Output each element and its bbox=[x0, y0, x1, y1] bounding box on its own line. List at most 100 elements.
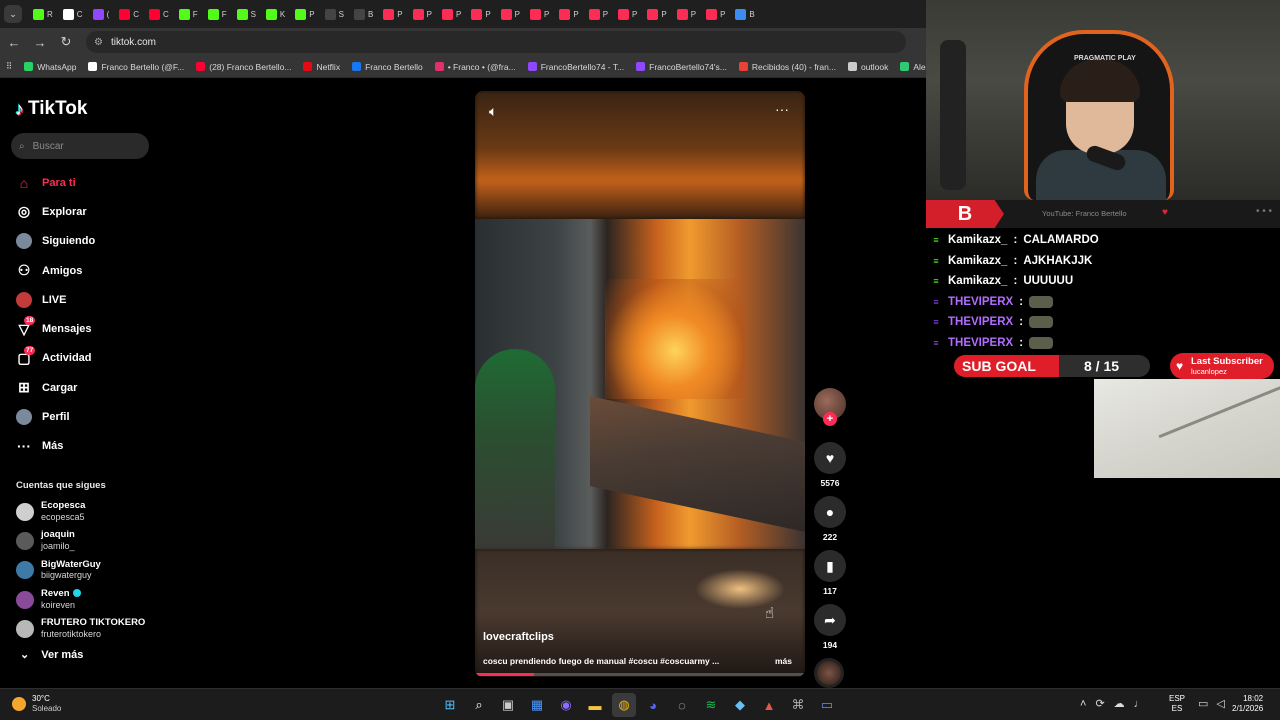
like-heart-icon[interactable]: ♥ bbox=[814, 442, 846, 474]
browser-tab[interactable]: B bbox=[349, 3, 378, 25]
caption-more-button[interactable]: más bbox=[775, 656, 792, 666]
bookmark-item[interactable]: WhatsApp bbox=[24, 62, 76, 72]
sidebar-item-para-ti[interactable]: ⌂ Para ti bbox=[16, 168, 156, 197]
tab-favicon-icon bbox=[647, 8, 659, 20]
browser-tab[interactable]: C bbox=[114, 3, 144, 25]
browser-tab[interactable]: S bbox=[320, 3, 349, 25]
sidebar-item-perfil[interactable]: Perfil bbox=[16, 402, 156, 431]
browser-tab[interactable]: F bbox=[174, 3, 203, 25]
browser-tab[interactable]: P bbox=[408, 3, 437, 25]
task-view-icon[interactable]: ▣ bbox=[496, 693, 520, 717]
browser-tab[interactable]: C bbox=[144, 3, 174, 25]
site-info-icon[interactable]: ⚙ bbox=[94, 37, 103, 48]
browser-tab[interactable]: P bbox=[437, 3, 466, 25]
sidebar-item-actividad[interactable]: ▢ 77 Actividad bbox=[16, 344, 156, 373]
bookmark-item[interactable]: • Franco • (@fra... bbox=[434, 62, 516, 72]
bookmark-item[interactable]: Aler bbox=[900, 62, 926, 72]
weather-widget[interactable]: 30°C Soleado bbox=[12, 694, 61, 714]
browser-tab[interactable]: K bbox=[261, 3, 290, 25]
browser-tab[interactable]: S bbox=[232, 3, 261, 25]
bookmark-icon[interactable]: ▮ bbox=[814, 550, 846, 582]
following-account[interactable]: FRUTERO TIKTOKERO fruterotiktokero bbox=[16, 614, 166, 643]
browser-tab[interactable]: ( bbox=[88, 3, 115, 25]
bookmark-item[interactable]: Recibidos (40) - fran... bbox=[738, 62, 836, 72]
search-input[interactable]: ⌕ Buscar bbox=[11, 133, 149, 159]
bookmark-item[interactable]: (28) Franco Bertello... bbox=[196, 62, 291, 72]
browser-tab[interactable]: P bbox=[554, 3, 583, 25]
sidebar-item-label: Cargar bbox=[42, 381, 78, 394]
browser-tab[interactable]: P bbox=[496, 3, 525, 25]
speaker-icon[interactable]: ◁ bbox=[1216, 697, 1224, 710]
browser-tab[interactable]: F bbox=[203, 3, 232, 25]
reload-icon[interactable]: ↻ bbox=[54, 30, 78, 54]
tab-search-button[interactable]: ⌄ bbox=[4, 5, 22, 23]
discord-icon[interactable]: ◕ bbox=[641, 693, 665, 717]
video-author[interactable]: lovecraftclips bbox=[483, 631, 554, 643]
following-account[interactable]: Reven koireven bbox=[16, 585, 166, 614]
back-icon[interactable]: ← bbox=[2, 30, 26, 54]
apps-icon[interactable]: ⠿ bbox=[6, 61, 12, 72]
url-field[interactable]: ⚙ tiktok.com bbox=[86, 31, 906, 53]
tab-favicon-icon bbox=[735, 8, 747, 20]
browser-tab[interactable]: P bbox=[466, 3, 495, 25]
sidebar-item-amigos[interactable]: ⚇ Amigos bbox=[16, 256, 156, 285]
cloud-icon[interactable]: ☁ bbox=[1114, 697, 1125, 710]
comment-icon[interactable]: ● bbox=[814, 496, 846, 528]
browser-tab[interactable]: P bbox=[290, 3, 319, 25]
follow-plus-icon[interactable]: + bbox=[823, 412, 837, 426]
browser-tab[interactable]: P bbox=[584, 3, 613, 25]
spotify-icon[interactable]: ≋ bbox=[699, 693, 723, 717]
language-indicator[interactable]: ESP ES bbox=[1169, 694, 1185, 714]
clock[interactable]: 18:02 2/1/2026 bbox=[1232, 694, 1263, 714]
more-options-icon[interactable]: ··· bbox=[775, 101, 789, 117]
sync-icon[interactable]: ⟳ bbox=[1095, 697, 1104, 710]
mic-icon[interactable]: ♩ bbox=[1134, 698, 1145, 710]
sidebar-item-cargar[interactable]: ⊞ Cargar bbox=[16, 373, 156, 402]
following-account[interactable]: Ecopesca ecopesca5 bbox=[16, 497, 166, 526]
browser-tab[interactable]: B bbox=[730, 3, 759, 25]
file-explorer-icon[interactable]: ▬ bbox=[583, 693, 607, 717]
sidebar-item-siguiendo[interactable]: Siguiendo bbox=[16, 227, 156, 256]
gamepad-icon[interactable]: ▲ bbox=[757, 693, 781, 717]
obs-icon[interactable]: ◌ bbox=[670, 693, 694, 717]
widgets-icon[interactable]: ▦ bbox=[525, 693, 549, 717]
bookmark-item[interactable]: FrancoBertello74's... bbox=[636, 62, 727, 72]
search-icon[interactable]: ⌕ bbox=[467, 693, 491, 717]
chrome-icon[interactable]: ◍ bbox=[612, 693, 636, 717]
sidebar-item-mensajes[interactable]: ▽ 18 Mensajes bbox=[16, 314, 156, 343]
browser-tab[interactable]: P bbox=[672, 3, 701, 25]
sidebar-item-explorar[interactable]: ◎ Explorar bbox=[16, 197, 156, 226]
volume-icon[interactable]: 🔈︎ bbox=[489, 103, 497, 120]
forward-icon[interactable]: → bbox=[28, 30, 52, 54]
video-progress-bar[interactable] bbox=[475, 673, 805, 676]
browser-tab[interactable]: P bbox=[701, 3, 730, 25]
creator-avatar[interactable]: + bbox=[814, 388, 846, 426]
browser-tab[interactable]: P bbox=[525, 3, 554, 25]
network-app-icon[interactable]: ⌘ bbox=[786, 693, 810, 717]
browser-tab[interactable]: P bbox=[642, 3, 671, 25]
circle-app-icon[interactable]: ◉ bbox=[554, 693, 578, 717]
tiktok-logo[interactable]: ♪ TikTok bbox=[15, 98, 87, 120]
browser-tab[interactable]: R bbox=[28, 3, 58, 25]
chevron-up-icon[interactable]: ˄ bbox=[1080, 698, 1086, 710]
share-arrow-icon[interactable]: ➦ bbox=[814, 604, 846, 636]
browser-tab[interactable]: P bbox=[378, 3, 407, 25]
music-disc-icon[interactable] bbox=[814, 658, 844, 688]
video-player[interactable]: 🔈︎ ··· lovecraftclips coscu prendiendo f… bbox=[475, 91, 805, 677]
browser-tab[interactable]: C bbox=[58, 3, 88, 25]
bookmark-item[interactable]: outlook bbox=[847, 62, 888, 72]
start-icon[interactable]: ⊞ bbox=[438, 693, 462, 717]
sidebar-item-live[interactable]: LIVE bbox=[16, 285, 156, 314]
bookmark-item[interactable]: FrancoBertello74 - T... bbox=[527, 62, 624, 72]
sidebar-item-ms[interactable]: ··· Más bbox=[16, 432, 156, 461]
see-more-button[interactable]: ⌄ Ver más bbox=[20, 648, 83, 662]
monitor-app-icon[interactable]: ▭ bbox=[815, 693, 839, 717]
following-account[interactable]: BigWaterGuy biigwaterguy bbox=[16, 556, 166, 585]
bookmark-item[interactable]: Netflix bbox=[303, 62, 340, 72]
following-account[interactable]: joaquin joamilo_ bbox=[16, 526, 166, 555]
steam-icon[interactable]: ◆ bbox=[728, 693, 752, 717]
browser-tab[interactable]: P bbox=[613, 3, 642, 25]
bookmark-item[interactable]: Franco Bertello (@F... bbox=[88, 62, 184, 72]
monitor-icon[interactable]: ▭ bbox=[1198, 697, 1208, 710]
bookmark-item[interactable]: Franco Bertello bbox=[352, 62, 423, 72]
